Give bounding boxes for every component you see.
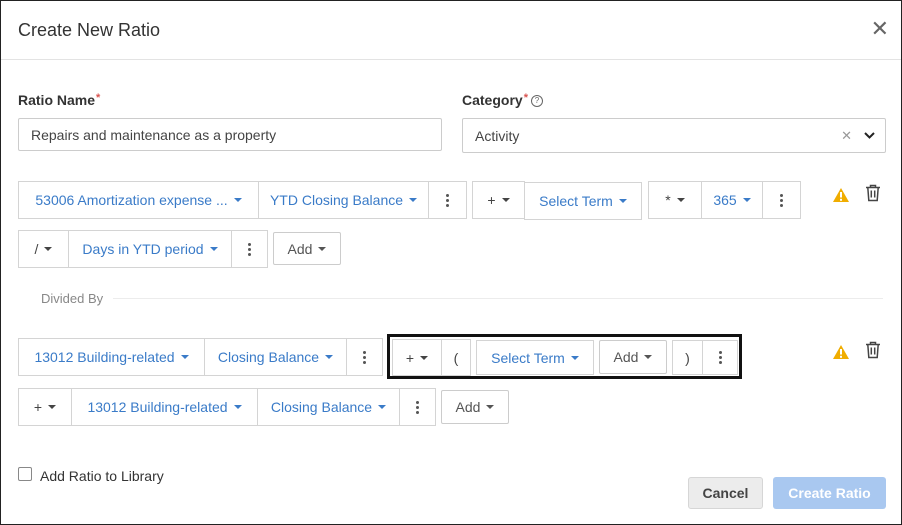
caret-down-icon <box>378 405 387 409</box>
caret-down-icon <box>409 198 418 202</box>
category-label: Category*? <box>462 92 543 108</box>
trash-icon[interactable] <box>865 341 881 359</box>
caret-down-icon <box>501 198 510 202</box>
category-select[interactable]: Activity ✕ <box>462 118 886 153</box>
account-dropdown[interactable]: 13012 Building-related <box>18 338 205 376</box>
balance-dropdown[interactable]: Closing Balance <box>257 388 400 426</box>
operator-value: + <box>487 192 496 208</box>
operator-value: / <box>34 241 39 257</box>
add-to-library-label: Add Ratio to Library <box>40 468 164 484</box>
select-term-dropdown[interactable]: Select Term <box>524 182 642 220</box>
create-label: Create Ratio <box>788 485 871 501</box>
operator-dropdown[interactable]: * <box>648 181 702 219</box>
term-value: Days in YTD period <box>82 241 204 257</box>
operator-dropdown[interactable]: + <box>472 181 525 219</box>
caret-down-icon <box>44 247 53 251</box>
more-options-icon[interactable] <box>428 181 467 219</box>
caret-down-icon <box>209 247 218 251</box>
account-dropdown[interactable]: 13012 Building-related <box>71 388 258 426</box>
divider <box>113 298 883 299</box>
account-value: 13012 Building-related <box>34 349 175 365</box>
account-dropdown[interactable]: 53006 Amortization expense ... <box>18 181 259 219</box>
add-label: Add <box>287 240 313 257</box>
more-options-icon[interactable] <box>399 388 436 426</box>
term-value: Select Term <box>539 193 613 209</box>
dialog-header: Create New Ratio ✕ <box>1 1 901 60</box>
create-ratio-button[interactable]: Create Ratio <box>773 477 886 509</box>
balance-dropdown[interactable]: Closing Balance <box>204 338 347 376</box>
chevron-down-icon[interactable] <box>864 132 875 139</box>
caret-down-icon <box>48 405 57 409</box>
divided-by-label: Divided By <box>41 291 104 306</box>
cancel-button[interactable]: Cancel <box>688 477 763 509</box>
trash-icon[interactable] <box>865 184 881 202</box>
account-value: 13012 Building-related <box>87 399 228 415</box>
balance-value: YTD Closing Balance <box>269 192 404 208</box>
caret-down-icon <box>233 405 242 409</box>
caret-down-icon <box>676 198 685 202</box>
ratio-name-label-text: Ratio Name <box>18 92 96 108</box>
warning-icon <box>833 345 849 359</box>
account-value: 53006 Amortization expense ... <box>35 192 228 208</box>
caret-down-icon <box>318 246 327 251</box>
more-options-icon[interactable] <box>231 230 268 268</box>
ratio-name-value: Repairs and maintenance as a property <box>31 126 277 143</box>
add-label: Add <box>455 399 481 415</box>
cancel-label: Cancel <box>702 485 749 501</box>
operator-dropdown[interactable]: + <box>18 388 72 426</box>
category-label-text: Category <box>462 92 523 108</box>
add-term-button[interactable]: Add <box>273 232 341 265</box>
operator-dropdown[interactable]: / <box>18 230 69 268</box>
more-options-icon[interactable] <box>346 338 383 376</box>
create-ratio-dialog: Create New Ratio ✕ Ratio Name* Repairs a… <box>0 0 902 525</box>
ratio-name-input[interactable]: Repairs and maintenance as a property <box>18 118 442 151</box>
help-icon[interactable]: ? <box>530 95 543 108</box>
caret-down-icon <box>180 355 189 359</box>
close-icon[interactable]: ✕ <box>871 18 889 40</box>
add-term-button[interactable]: Add <box>441 390 509 424</box>
constant-value: 365 <box>713 192 737 208</box>
term-dropdown[interactable]: Days in YTD period <box>68 230 232 268</box>
required-mark: * <box>96 92 101 104</box>
operator-value: * <box>665 192 671 208</box>
caret-down-icon <box>325 355 334 359</box>
more-options-icon[interactable] <box>762 181 801 219</box>
category-value: Activity <box>475 127 520 144</box>
warning-icon <box>833 188 849 202</box>
balance-value: Closing Balance <box>270 399 373 415</box>
selection-highlight <box>387 334 742 379</box>
operator-value: + <box>33 399 43 415</box>
ratio-name-label: Ratio Name* <box>18 92 100 108</box>
clear-icon[interactable]: ✕ <box>841 128 852 144</box>
constant-dropdown[interactable]: 365 <box>701 181 763 219</box>
balance-dropdown[interactable]: YTD Closing Balance <box>258 181 429 219</box>
add-to-library-checkbox[interactable] <box>18 467 32 481</box>
caret-down-icon <box>233 198 242 202</box>
balance-value: Closing Balance <box>217 349 320 365</box>
required-mark: * <box>523 92 528 104</box>
caret-down-icon <box>742 198 751 202</box>
caret-down-icon <box>618 199 627 203</box>
dialog-title: Create New Ratio <box>18 20 161 40</box>
caret-down-icon <box>486 405 495 409</box>
